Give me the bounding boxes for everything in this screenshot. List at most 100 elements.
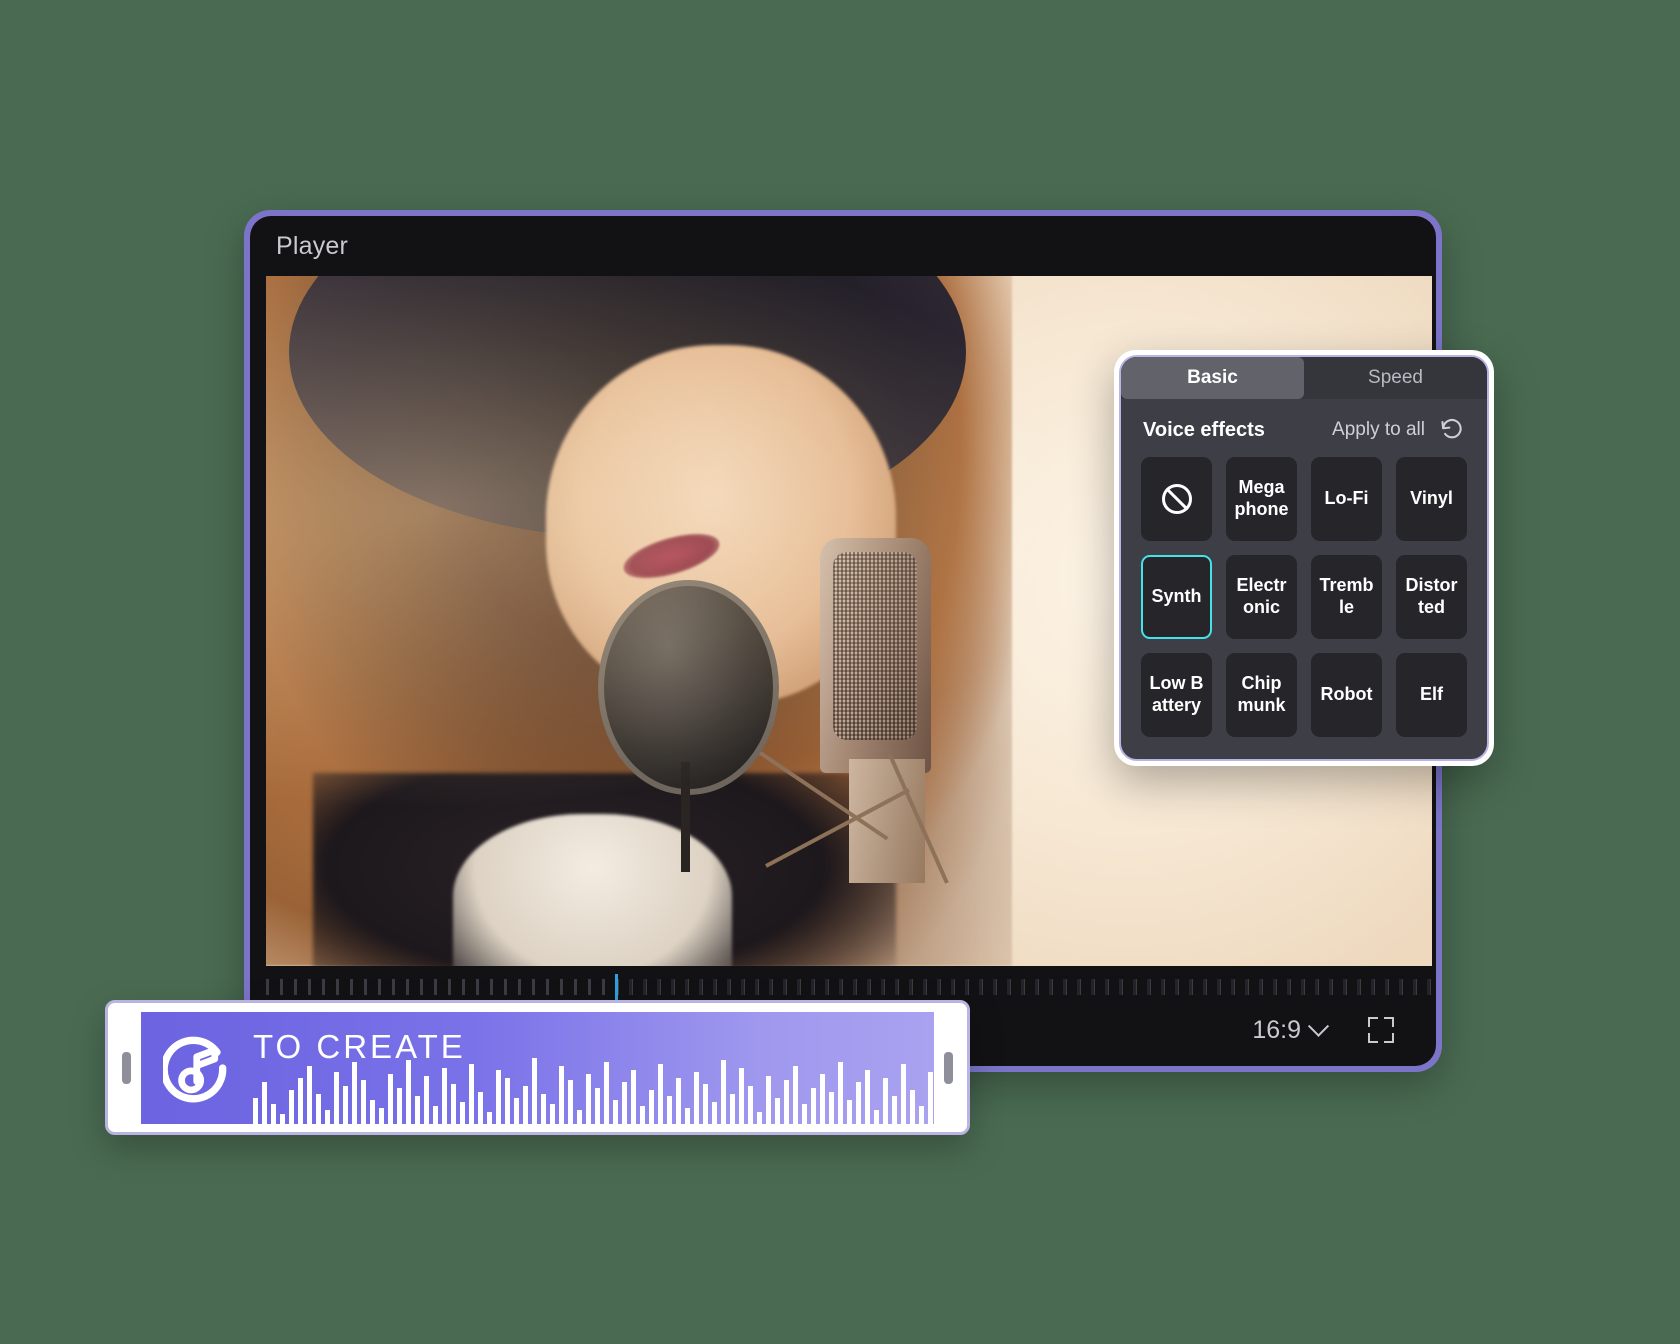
tab-basic[interactable]: Basic xyxy=(1121,357,1304,399)
waveform-bar xyxy=(253,1097,258,1124)
effect-cell-robot[interactable]: Robot xyxy=(1311,653,1382,737)
waveform-bar xyxy=(406,1059,411,1124)
effect-cell-megaphone[interactable]: Megaphone xyxy=(1226,457,1297,541)
waveform-bar xyxy=(667,1095,672,1124)
waveform-bar xyxy=(541,1093,546,1124)
aspect-ratio-label: 16:9 xyxy=(1252,1015,1301,1044)
effect-cell-electronic[interactable]: Electronic xyxy=(1226,555,1297,639)
waveform-bar xyxy=(838,1061,843,1124)
audio-clip[interactable]: TO CREATE xyxy=(141,1011,934,1124)
waveform-bar xyxy=(532,1057,537,1124)
voice-effects-tabs: Basic Speed xyxy=(1121,357,1487,399)
voice-effects-panel-body: Basic Speed Voice effects Apply to all M… xyxy=(1119,355,1489,761)
waveform-bar xyxy=(334,1071,339,1124)
waveform-bar xyxy=(478,1091,483,1124)
waveform-bar xyxy=(892,1095,897,1124)
voice-effects-panel: Basic Speed Voice effects Apply to all M… xyxy=(1114,350,1494,766)
waveform-bar xyxy=(415,1095,420,1124)
effect-cell-distorted[interactable]: Distorted xyxy=(1396,555,1467,639)
waveform-bar xyxy=(271,1103,276,1124)
waveform-bar xyxy=(595,1087,600,1124)
waveform-bar xyxy=(613,1099,618,1124)
waveform-bar xyxy=(910,1089,915,1124)
waveform-bar xyxy=(550,1103,555,1124)
waveform-bar xyxy=(865,1069,870,1124)
waveform-bar xyxy=(379,1107,384,1124)
waveform-bar xyxy=(397,1087,402,1124)
clip-trim-left-handle[interactable] xyxy=(122,1051,131,1084)
waveform-bar xyxy=(514,1097,519,1124)
waveform-bar xyxy=(811,1087,816,1124)
waveform-bar xyxy=(262,1081,267,1124)
waveform-bar xyxy=(469,1063,474,1124)
music-note-circle-icon xyxy=(163,1036,227,1102)
waveform-bar xyxy=(505,1077,510,1124)
tab-speed[interactable]: Speed xyxy=(1304,357,1487,399)
fullscreen-icon[interactable] xyxy=(1368,1017,1394,1043)
waveform-bar xyxy=(424,1075,429,1124)
waveform-bar xyxy=(739,1067,744,1124)
waveform-bar xyxy=(928,1071,933,1124)
waveform-bar xyxy=(523,1085,528,1124)
chevron-down-icon xyxy=(1307,1015,1330,1037)
waveform-bar xyxy=(496,1069,501,1124)
waveform-bar xyxy=(487,1111,492,1124)
voice-effects-header: Voice effects Apply to all xyxy=(1121,399,1487,453)
effect-cell-none[interactable] xyxy=(1141,457,1212,541)
waveform-bar xyxy=(604,1061,609,1124)
waveform-bar xyxy=(901,1063,906,1124)
waveform-bar xyxy=(307,1065,312,1124)
effect-cell-vinyl[interactable]: Vinyl xyxy=(1396,457,1467,541)
waveform-bar xyxy=(316,1093,321,1124)
waveform-bar xyxy=(325,1109,330,1124)
waveform-bar xyxy=(361,1079,366,1124)
waveform-bar xyxy=(847,1099,852,1124)
waveform-bar xyxy=(802,1103,807,1124)
waveform-bar xyxy=(721,1059,726,1124)
waveform-bar xyxy=(685,1107,690,1124)
waveform-bar xyxy=(577,1109,582,1124)
ruler-ticks-inactive xyxy=(615,979,1432,995)
waveform-bar xyxy=(883,1077,888,1124)
waveform-bar xyxy=(568,1079,573,1124)
waveform-bar xyxy=(559,1065,564,1124)
waveform-bar xyxy=(451,1083,456,1124)
waveform-bar xyxy=(388,1073,393,1124)
audio-clip-card[interactable]: TO CREATE xyxy=(105,1000,970,1135)
effect-cell-lo-fi[interactable]: Lo-Fi xyxy=(1311,457,1382,541)
section-title: Voice effects xyxy=(1143,418,1265,441)
waveform-bar xyxy=(460,1101,465,1124)
effect-cell-low-battery[interactable]: Low Battery xyxy=(1141,653,1212,737)
waveform-bar xyxy=(658,1063,663,1124)
waveform-bar xyxy=(649,1089,654,1124)
waveform-bar xyxy=(433,1105,438,1124)
waveform-bar xyxy=(442,1067,447,1124)
waveform-bar xyxy=(766,1075,771,1124)
effect-cell-synth[interactable]: Synth xyxy=(1141,555,1212,639)
waveform-bar xyxy=(352,1061,357,1124)
waveform-bar xyxy=(829,1091,834,1124)
waveform-bar xyxy=(586,1073,591,1124)
effect-cell-elf[interactable]: Elf xyxy=(1396,653,1467,737)
clip-trim-right-handle[interactable] xyxy=(944,1051,953,1084)
waveform-bar xyxy=(280,1113,285,1124)
waveform-bar xyxy=(343,1085,348,1124)
none-icon xyxy=(1161,484,1192,514)
effect-cell-chipmunk[interactable]: Chipmunk xyxy=(1226,653,1297,737)
reset-icon[interactable] xyxy=(1439,417,1465,443)
page-title: Player xyxy=(276,232,349,260)
waveform-bar xyxy=(370,1099,375,1124)
waveform-bar xyxy=(919,1105,924,1124)
waveform-bar xyxy=(712,1101,717,1124)
waveform-bar xyxy=(775,1097,780,1124)
waveform-bar xyxy=(676,1077,681,1124)
voice-effects-header-actions: Apply to all xyxy=(1332,417,1465,443)
waveform-bar xyxy=(640,1105,645,1124)
waveform-bar xyxy=(703,1083,708,1124)
aspect-ratio-selector[interactable]: 16:9 xyxy=(1252,1015,1330,1045)
waveform-bar xyxy=(793,1065,798,1124)
waveform-bar xyxy=(730,1093,735,1124)
waveform-bar xyxy=(757,1111,762,1124)
effect-cell-tremble[interactable]: Tremble xyxy=(1311,555,1382,639)
apply-to-all-button[interactable]: Apply to all xyxy=(1332,419,1425,441)
